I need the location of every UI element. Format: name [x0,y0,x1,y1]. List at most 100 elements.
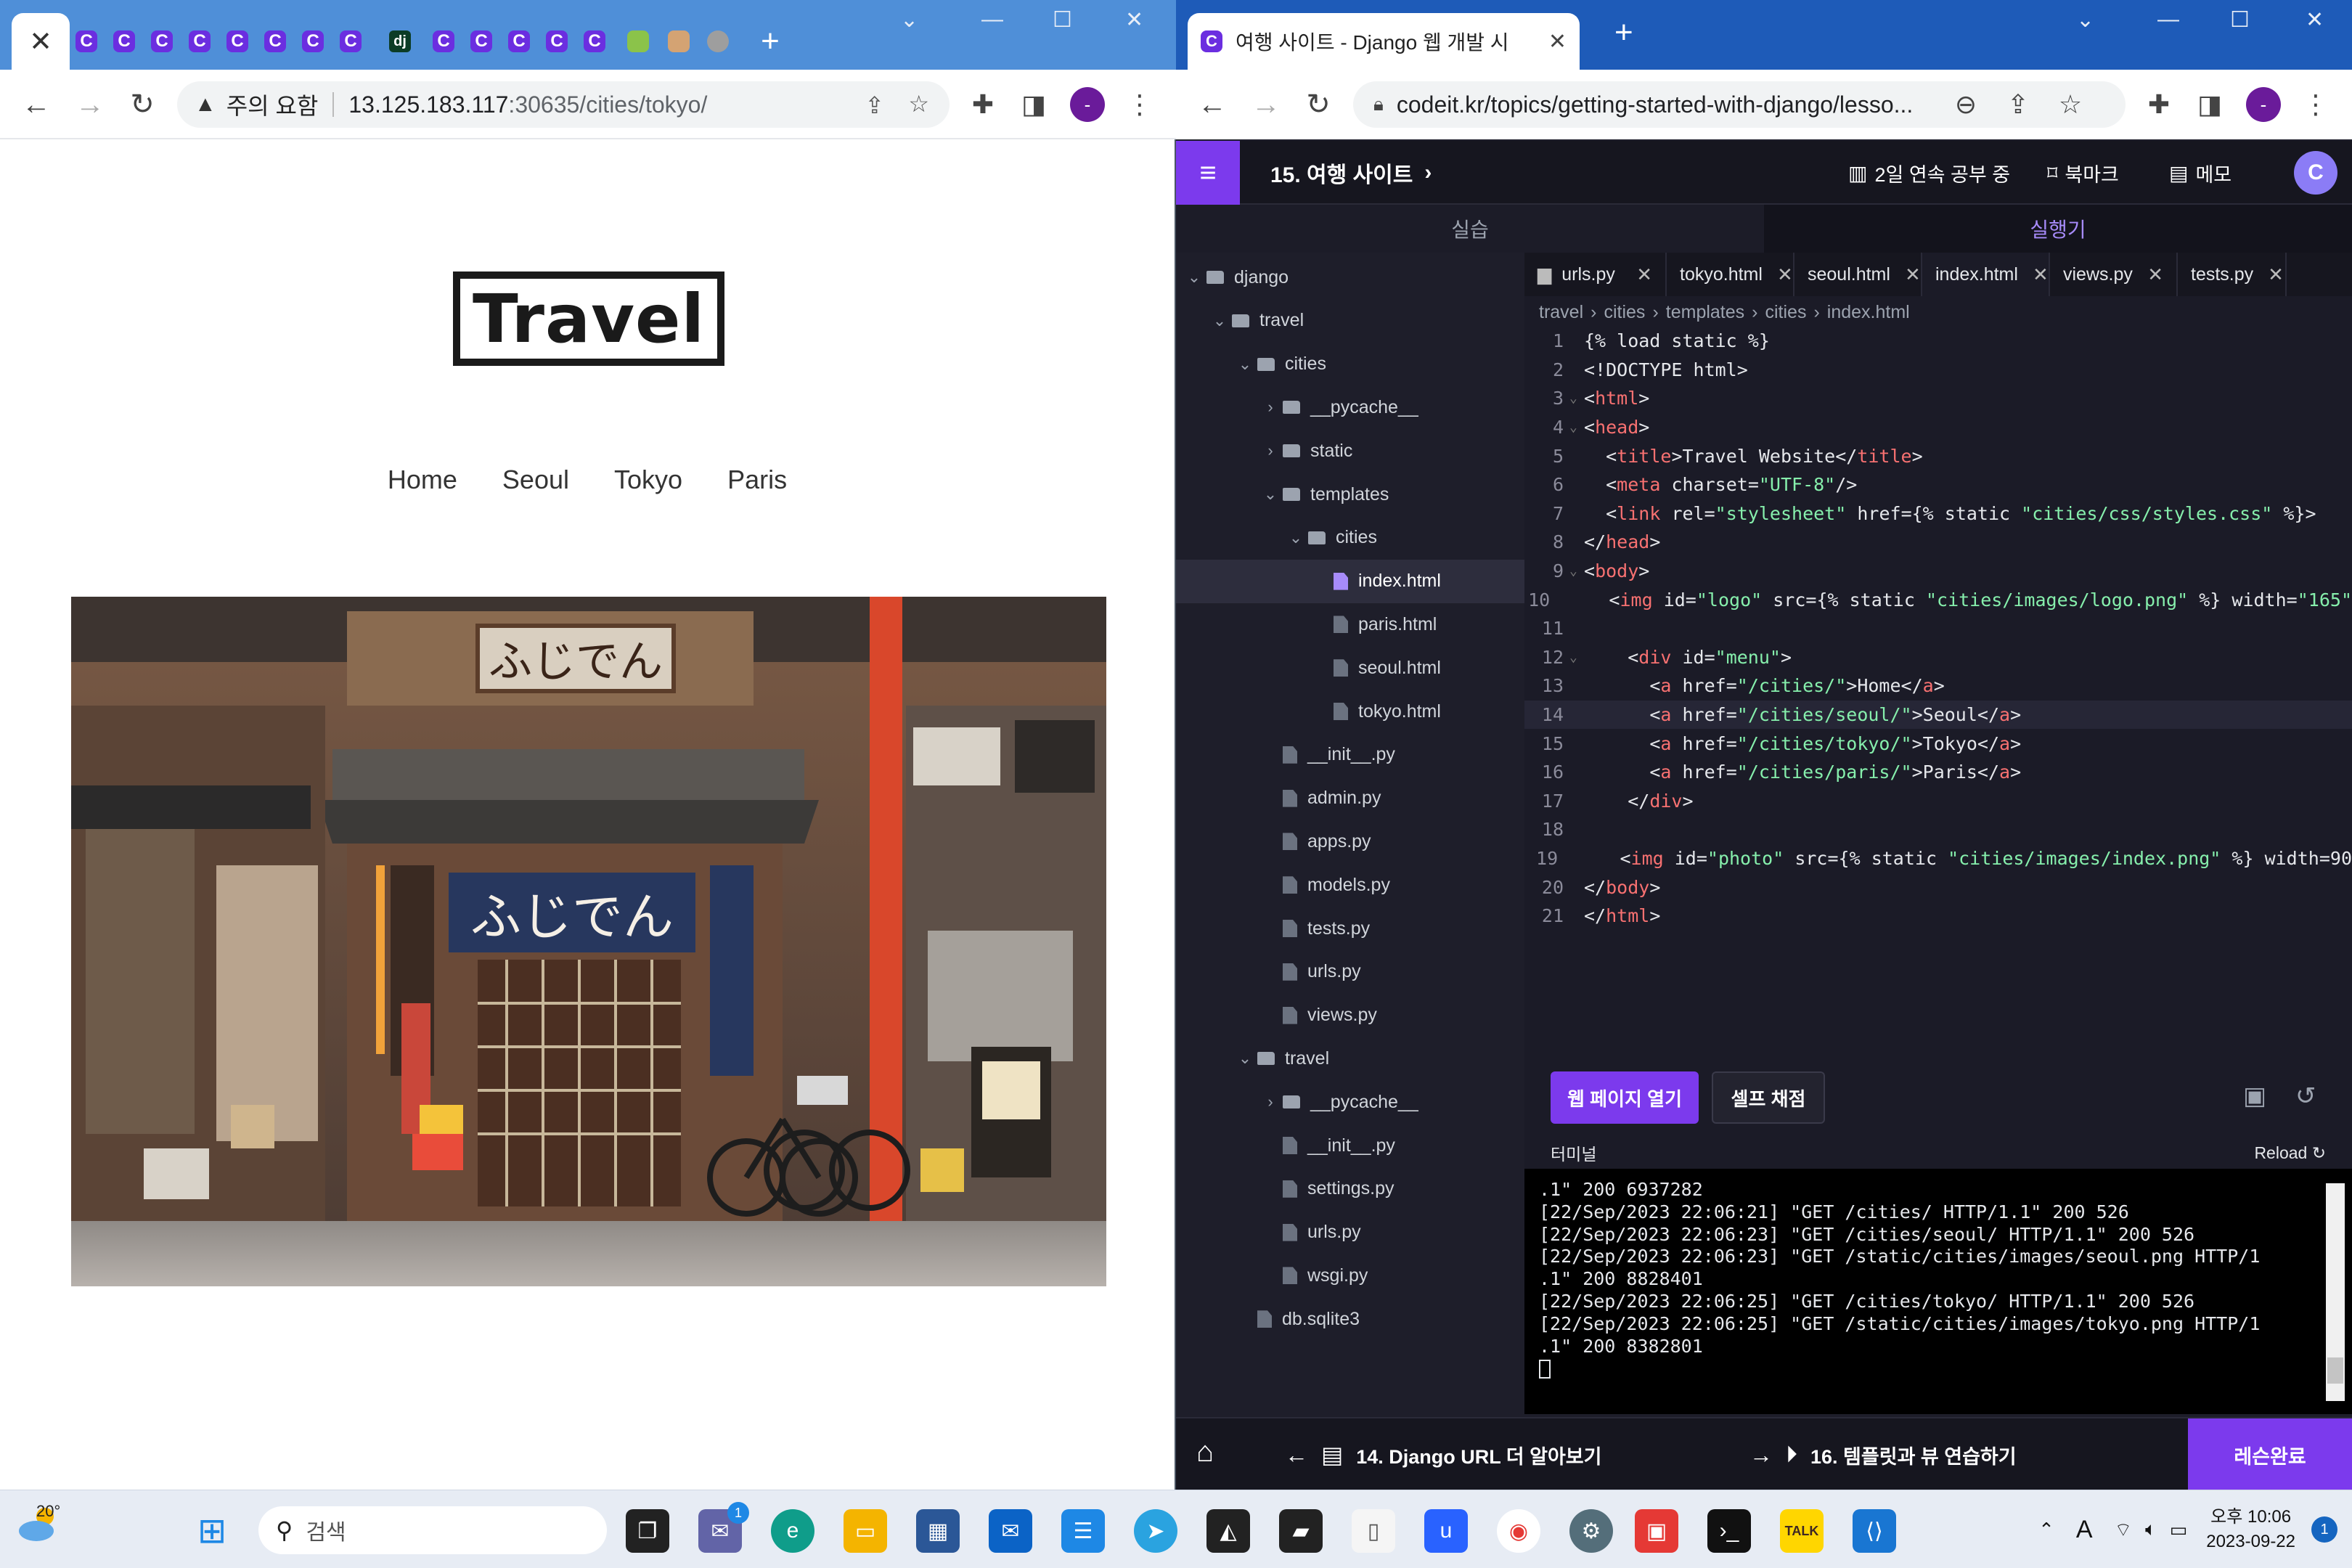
code-area[interactable]: 1 {% load static %} 2 <!DOCTYPE html> 3 ⌄ <htm… [1524,327,2352,930]
vscode-icon[interactable]: ⟨⟩ [1853,1509,1896,1553]
next-lesson-link[interactable]: → ⏵ 16. 템플릿과 뷰 연습하기 [1749,1418,2017,1491]
ime-indicator[interactable]: A [2076,1516,2093,1544]
menu-home-link[interactable]: Home [388,465,457,494]
fold-chevron-icon[interactable]: ⌄ [1569,563,1584,579]
clock[interactable]: 오후 10:06 2023-09-22 [2206,1505,2295,1554]
tree-item[interactable]: tests.py [1176,907,1524,950]
tree-item[interactable]: models.py [1176,863,1524,907]
code-line[interactable]: 13 <a href="/cities/">Home</a> [1524,671,2352,701]
prev-lesson-link[interactable]: ← ▤ 14. Django URL 더 알아보기 [1285,1418,1601,1491]
tab-codeit-2[interactable]: C [105,13,144,70]
breadcrumb-item[interactable]: travel [1539,302,1583,323]
editor-tab[interactable]: tokyo.html ✕ [1667,253,1794,296]
tab-search-icon[interactable]: ⌄ [900,7,918,33]
tree-item[interactable]: settings.py [1176,1167,1524,1211]
minimize-icon[interactable]: — [2157,7,2179,32]
blank-file-icon[interactable]: ▯ [1352,1509,1395,1553]
tree-item[interactable]: › __pycache__ [1176,385,1524,429]
code-line[interactable]: 5 <title>Travel Website</title> [1524,441,2352,470]
share-icon[interactable]: ⇪ [2001,87,2035,122]
inkscape-icon[interactable]: ◭ [1206,1509,1250,1553]
tab-misc-1[interactable] [618,13,658,70]
tab-codeit-10[interactable]: C [462,13,501,70]
tree-item[interactable]: ⌄ travel [1176,299,1524,343]
tree-item[interactable]: › __pycache__ [1176,1080,1524,1124]
tree-item[interactable]: db.sqlite3 [1176,1297,1524,1341]
tree-item[interactable]: index.html [1176,559,1524,603]
tab-codeit-13[interactable]: C [575,13,614,70]
code-line[interactable]: 18 [1524,815,2352,844]
code-line[interactable]: 8 </head> [1524,528,2352,557]
chrome-icon[interactable]: ◉ [1497,1509,1540,1553]
editor-tab[interactable]: index.html ✕ [1922,253,2050,296]
tab-runner[interactable]: 실행기 [1764,205,2352,253]
zoom-icon[interactable]: ⊖ [1948,87,1983,122]
volume-icon[interactable]: 🔈︎ [2145,1518,2157,1541]
hamburger-menu-icon[interactable]: ≡ [1176,141,1240,205]
close-window-icon[interactable]: ✕ [2306,7,2324,33]
windows-start-icon[interactable]: ⊞ [190,1509,234,1553]
notepad-icon[interactable]: ☰ [1061,1509,1105,1553]
terminal-scrollbar[interactable] [2326,1183,2345,1401]
back-arrow-icon[interactable]: ← [1193,86,1231,123]
user-avatar[interactable]: C [2294,151,2337,195]
new-tab-button[interactable]: + [751,13,790,70]
tab-codeit-12[interactable]: C [537,13,576,70]
side-panel-icon[interactable]: ◨ [2192,87,2227,122]
close-tab-icon[interactable]: ✕ [2147,264,2163,286]
tree-item[interactable]: ⌄ cities [1176,343,1524,386]
code-line[interactable]: 19 <img id="photo" src={% static "cities… [1524,844,2352,873]
tab-misc-2[interactable] [659,13,698,70]
code-line[interactable]: 21 </html> [1524,902,2352,931]
close-window-icon[interactable]: ✕ [1125,7,1143,33]
tab-codeit-5[interactable]: C [218,13,257,70]
menu-seoul-link[interactable]: Seoul [502,465,569,494]
reload-icon[interactable]: ↻ [123,86,161,123]
tree-item[interactable]: views.py [1176,994,1524,1037]
tree-item[interactable]: paris.html [1176,603,1524,646]
tab-codeit-3[interactable]: C [142,13,181,70]
close-tab-icon[interactable]: ✕ [1905,264,1921,286]
telegram-icon[interactable]: ➤ [1134,1509,1177,1553]
taskbar-search[interactable]: ⚲ 검색 [258,1506,607,1554]
editor-tab[interactable]: seoul.html ✕ [1794,253,1922,296]
tray-overflow-chevron-icon[interactable]: ⌃ [2038,1519,2054,1541]
code-line[interactable]: 9 ⌄ <body> [1524,557,2352,586]
lesson-title[interactable]: 15. 여행 사이트 › [1270,141,1432,205]
tree-item[interactable]: ⌄ django [1176,256,1524,299]
file-explorer-icon[interactable]: ▭ [844,1509,887,1553]
tree-item[interactable]: urls.py [1176,1211,1524,1254]
address-bar[interactable]: ▲ 주의 요함 13.125.183.117:30635/cities/toky… [177,81,950,128]
tree-item[interactable]: __init__.py [1176,1124,1524,1167]
wifi-icon[interactable]: ⌔ [2115,1518,2132,1542]
breadcrumb-item[interactable]: templates [1666,302,1744,323]
tree-item[interactable]: › static [1176,429,1524,473]
tab-codeit-11[interactable]: C [499,13,539,70]
code-line[interactable]: 17 </div> [1524,787,2352,816]
star-icon[interactable]: ☆ [908,90,929,118]
profile-avatar[interactable]: - [2246,87,2281,122]
tab-codeit-7[interactable]: C [293,13,332,70]
reload-button[interactable]: Reload ↻ [2254,1143,2326,1163]
terminal-output[interactable]: .1" 200 6937282 [22/Sep/2023 22:06:21] "G… [1524,1169,2352,1414]
study-streak[interactable]: ▥ 2일 연속 공부 중 [1848,141,2010,205]
maximize-icon[interactable]: ☐ [1053,7,1072,33]
tab-codeit-6[interactable]: C [256,13,295,70]
calendar-app-icon[interactable]: ▣ [1635,1509,1678,1553]
tree-item[interactable]: ⌄ templates [1176,473,1524,516]
code-line[interactable]: 2 <!DOCTYPE html> [1524,356,2352,385]
extensions-puzzle-icon[interactable]: ✚ [2141,87,2176,122]
tab-misc-3[interactable] [698,13,738,70]
self-grade-button[interactable]: 셀프 채점 [1712,1071,1825,1124]
close-tab-icon[interactable]: ✕ [1777,264,1793,286]
settings-gear-icon[interactable]: ⚙ [1569,1509,1613,1553]
share-icon[interactable]: ⇪ [865,91,884,119]
save-icon[interactable]: ▣ [2243,1082,2266,1111]
new-tab-button[interactable]: + [1614,15,1633,51]
tab-codeit-4[interactable]: C [180,13,219,70]
star-icon[interactable]: ☆ [2053,87,2088,122]
tree-item[interactable]: urls.py [1176,950,1524,994]
kakaotalk-icon[interactable]: TALK [1780,1509,1824,1553]
code-line[interactable]: 11 [1524,614,2352,643]
code-line[interactable]: 6 <meta charset="UTF-8"/> [1524,470,2352,499]
